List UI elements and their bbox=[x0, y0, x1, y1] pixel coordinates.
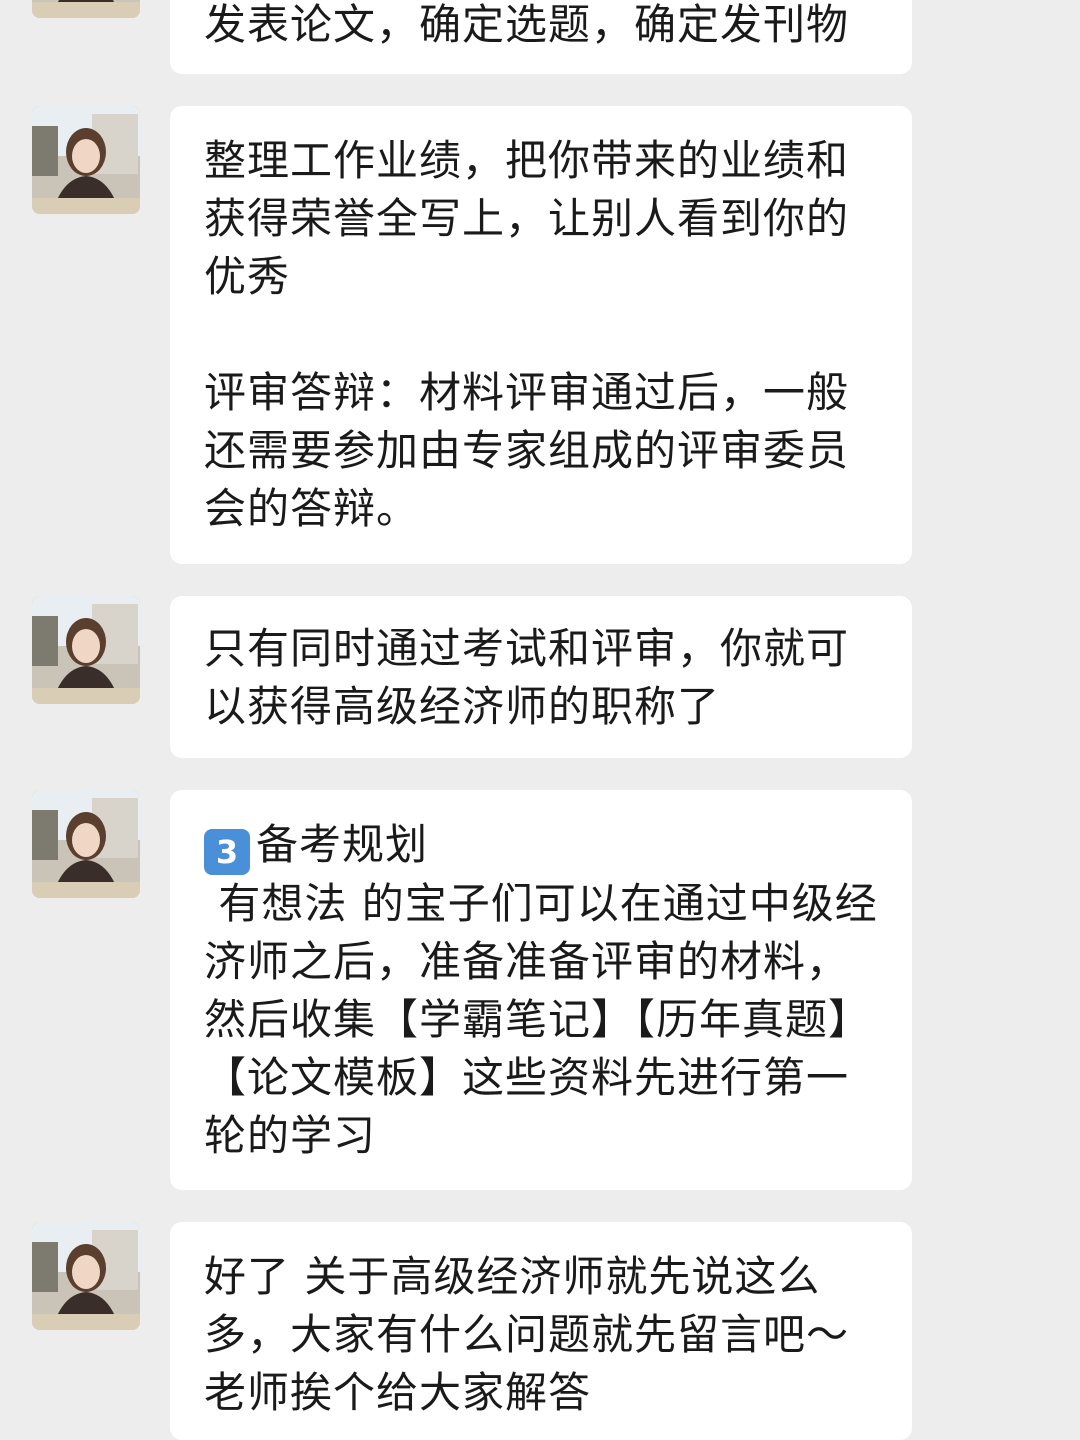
avatar-photo-icon bbox=[32, 596, 140, 704]
message-text: 有想法 的宝子们可以在通过中级经济师之后，准备准备评审的材料，然后收集【学霸笔记… bbox=[204, 879, 878, 1160]
message-bubble[interactable]: 好了 关于高级经济师就先说这么多，大家有什么问题就先留言吧～老师挨个给大家解答 bbox=[170, 1222, 912, 1440]
chat-message: 3 备考规划 有想法 的宝子们可以在通过中级经济师之后，准备准备评审的材料，然后收… bbox=[0, 790, 1080, 1190]
chat-message: 好了 关于高级经济师就先说这么多，大家有什么问题就先留言吧～老师挨个给大家解答 bbox=[0, 1222, 1080, 1440]
avatar-photo-icon bbox=[32, 0, 140, 18]
message-text: 评审答辩：材料评审通过后，一般还需要参加由专家组成的评审委员会的答辩。 bbox=[204, 368, 850, 533]
chat-window: 发表论文，确定选题，确定发刊物 整理工作业绩，把你带来的业绩和获得荣誉全写上，让… bbox=[0, 0, 1080, 1440]
keycap-3-icon: 3 bbox=[204, 829, 250, 875]
message-text: 好了 关于高级经济师就先说这么多，大家有什么问题就先留言吧～老师挨个给大家解答 bbox=[204, 1252, 850, 1417]
avatar-photo-icon bbox=[32, 106, 140, 214]
chat-message: 只有同时通过考试和评审，你就可以获得高级经济师的职称了 bbox=[0, 596, 1080, 758]
message-bubble[interactable]: 发表论文，确定选题，确定发刊物 bbox=[170, 0, 912, 74]
message-heading: 3 备考规划 bbox=[204, 816, 882, 875]
avatar[interactable] bbox=[32, 596, 140, 704]
message-bubble[interactable]: 整理工作业绩，把你带来的业绩和获得荣誉全写上，让别人看到你的优秀 评审答辩：材料… bbox=[170, 106, 912, 564]
avatar[interactable] bbox=[32, 0, 140, 18]
heading-text: 备考规划 bbox=[256, 820, 429, 869]
avatar[interactable] bbox=[32, 1222, 140, 1330]
avatar[interactable] bbox=[32, 106, 140, 214]
message-text: 只有同时通过考试和评审，你就可以获得高级经济师的职称了 bbox=[204, 624, 850, 731]
avatar-photo-icon bbox=[32, 1222, 140, 1330]
message-bubble[interactable]: 只有同时通过考试和评审，你就可以获得高级经济师的职称了 bbox=[170, 596, 912, 758]
chat-message: 整理工作业绩，把你带来的业绩和获得荣誉全写上，让别人看到你的优秀 评审答辩：材料… bbox=[0, 106, 1080, 564]
avatar[interactable] bbox=[32, 790, 140, 898]
message-bubble[interactable]: 3 备考规划 有想法 的宝子们可以在通过中级经济师之后，准备准备评审的材料，然后收… bbox=[170, 790, 912, 1190]
message-text: 发表论文，确定选题，确定发刊物 bbox=[204, 0, 850, 49]
chat-message: 发表论文，确定选题，确定发刊物 bbox=[0, 0, 1080, 74]
message-text: 整理工作业绩，把你带来的业绩和获得荣誉全写上，让别人看到你的优秀 bbox=[204, 136, 850, 301]
avatar-photo-icon bbox=[32, 790, 140, 898]
